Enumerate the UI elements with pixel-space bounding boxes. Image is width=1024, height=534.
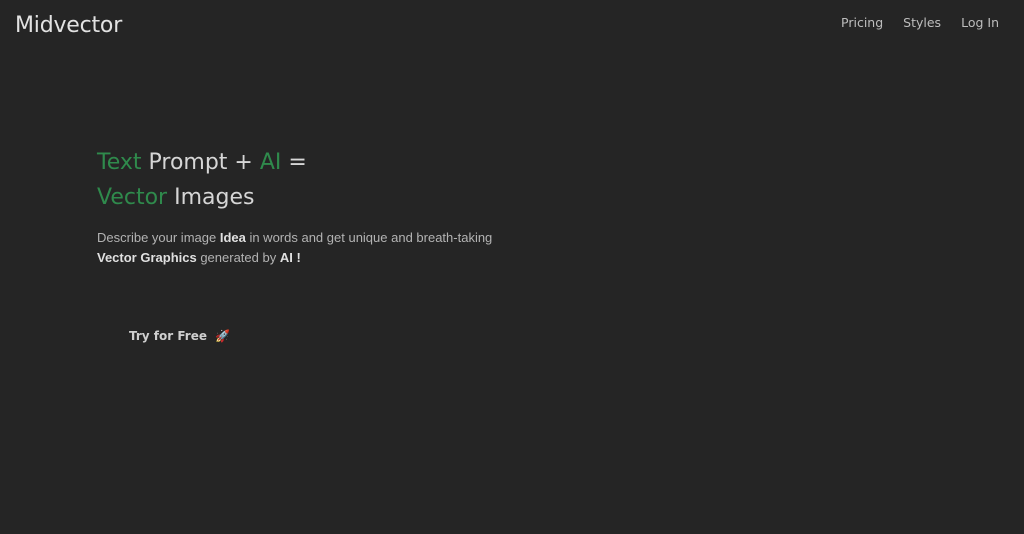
try-for-free-button[interactable]: Try for Free 🚀 (129, 329, 230, 343)
headline-equals: = (288, 150, 307, 175)
logo[interactable]: Midvector (15, 13, 122, 38)
headline-ai-word: AI (259, 150, 282, 175)
headline-vector-word: Vector (97, 185, 168, 210)
hero-section: Text Prompt + AI = Vector Images Describ… (97, 145, 517, 268)
nav-styles-link[interactable]: Styles (903, 15, 941, 30)
headline-images-word: Images (174, 185, 255, 210)
rocket-icon: 🚀 (214, 329, 230, 343)
desc-part-1: Describe your image (97, 230, 220, 245)
desc-part-3: generated by (196, 250, 280, 265)
nav-pricing-link[interactable]: Pricing (841, 15, 883, 30)
desc-idea: Idea (219, 230, 246, 245)
desc-vector-graphics: Vector Graphics (97, 250, 197, 265)
headline-text-word: Text (97, 150, 142, 175)
desc-part-2: in words and get unique and breath-takin… (245, 230, 493, 245)
headline-prompt-word: Prompt + (148, 150, 253, 175)
hero-headline: Text Prompt + AI = Vector Images (97, 145, 517, 215)
desc-ai: AI ! (279, 250, 301, 265)
cta-label: Try for Free (129, 329, 207, 343)
landing-page: Midvector Pricing Styles Log In Text Pro… (0, 0, 1024, 534)
hero-description: Describe your image Idea in words and ge… (97, 228, 517, 268)
top-nav: Pricing Styles Log In (841, 15, 999, 30)
nav-login-link[interactable]: Log In (961, 15, 999, 30)
